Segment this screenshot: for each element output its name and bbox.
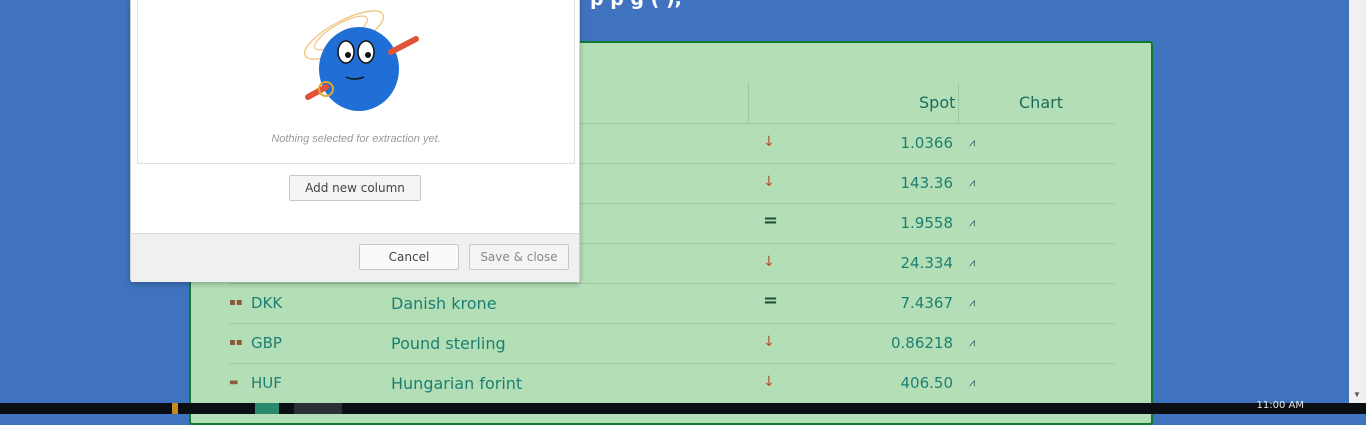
trend-down-icon: ↓ <box>763 134 775 150</box>
flag-icon: ▪▪ <box>229 297 243 308</box>
taskbar-app-icon[interactable] <box>172 403 178 414</box>
trend-equal-icon: = <box>763 290 779 311</box>
currency-name[interactable]: Danish krone <box>391 294 497 313</box>
extraction-dialog: Nothing selected for extraction yet. Add… <box>130 0 580 282</box>
robot-mascot-icon <box>303 10 419 111</box>
extraction-preview: Nothing selected for extraction yet. <box>137 0 575 164</box>
currency-code[interactable]: DKK <box>251 294 282 312</box>
chart-icon[interactable]: ⩘ <box>969 136 975 150</box>
table-row: ▪▪ DKK Danish krone = 7.4367 ⩘ <box>229 283 1115 324</box>
clock-time[interactable]: 11:00 AM <box>1257 400 1304 411</box>
taskbar-app-icon[interactable] <box>294 403 342 414</box>
scroll-down-icon[interactable]: ▼ <box>1353 390 1361 399</box>
chart-icon[interactable]: ⩘ <box>969 296 975 310</box>
spot-rate: 24.334 <box>900 254 954 272</box>
save-close-button[interactable]: Save & close <box>469 244 569 270</box>
chart-icon[interactable]: ⩘ <box>969 336 975 350</box>
empty-state-message: Nothing selected for extraction yet. <box>271 133 441 145</box>
header-spot[interactable]: Spot <box>919 93 955 112</box>
chart-icon[interactable]: ⩘ <box>969 216 975 230</box>
taskbar-app-icon[interactable] <box>255 403 279 414</box>
trend-down-icon: ↓ <box>763 374 775 390</box>
flag-icon: ▪▪ <box>229 337 243 348</box>
table-row: ▬ HUF Hungarian forint ↓ 406.50 ⩘ <box>229 363 1115 404</box>
page-heading: p p g ( ), <box>590 0 682 10</box>
column-separator <box>748 83 749 123</box>
spot-rate: 1.0366 <box>900 134 954 152</box>
currency-name[interactable]: Pound sterling <box>391 334 506 353</box>
spot-rate: 406.50 <box>900 374 954 392</box>
chart-icon[interactable]: ⩘ <box>969 376 975 390</box>
table-row: ▪▪ GBP Pound sterling ↓ 0.86218 ⩘ <box>229 323 1115 364</box>
scrollbar[interactable] <box>1349 0 1366 403</box>
spot-rate: 143.36 <box>900 174 954 192</box>
currency-code[interactable]: GBP <box>251 334 282 352</box>
header-chart: Chart <box>1019 93 1063 112</box>
spot-rate: 1.9558 <box>900 214 954 232</box>
chart-icon[interactable]: ⩘ <box>969 256 975 270</box>
trend-equal-icon: = <box>763 210 779 231</box>
spot-rate: 7.4367 <box>900 294 954 312</box>
taskbar: 11:00 AM <box>0 400 1366 414</box>
trend-down-icon: ↓ <box>763 254 775 270</box>
trend-down-icon: ↓ <box>763 174 775 190</box>
flag-icon: ▬ <box>229 377 239 388</box>
add-column-button[interactable]: Add new column <box>289 175 421 201</box>
currency-code[interactable]: HUF <box>251 374 282 392</box>
dialog-footer: Cancel Save & close <box>131 233 579 282</box>
cancel-button[interactable]: Cancel <box>359 244 459 270</box>
chart-icon[interactable]: ⩘ <box>969 176 975 190</box>
currency-name[interactable]: Hungarian forint <box>391 374 522 393</box>
trend-down-icon: ↓ <box>763 334 775 350</box>
column-separator <box>958 83 959 123</box>
spot-rate: 0.86218 <box>890 334 953 352</box>
